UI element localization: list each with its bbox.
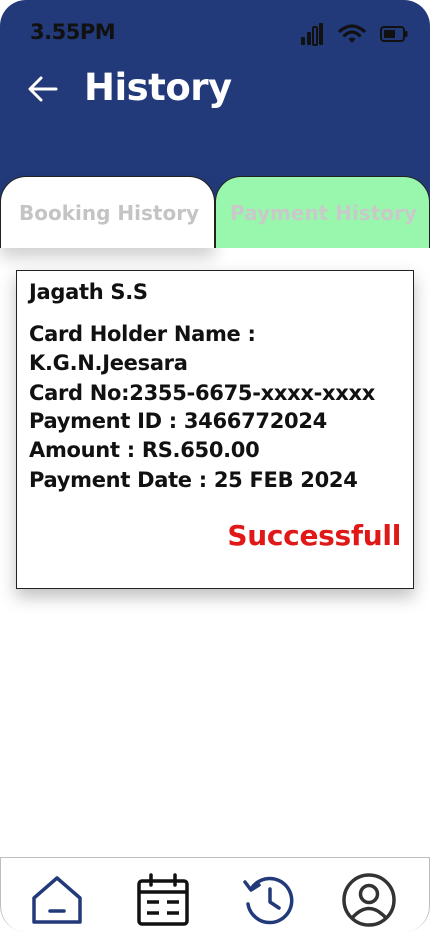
nav-history-button[interactable]: [241, 872, 297, 928]
payment-card: Jagath S.S Card Holder Name : K.G.N.Jees…: [16, 270, 414, 589]
battery-icon: [380, 25, 408, 43]
payment-date: Payment Date : 25 FEB 2024: [29, 468, 358, 492]
wifi-icon: [338, 23, 366, 45]
phone-screen: 3.55PM History Booking History Payment H…: [0, 0, 430, 932]
home-icon: [32, 876, 82, 924]
payment-id: Payment ID : 3466772024: [29, 409, 327, 433]
history-icon: [243, 876, 294, 925]
calendar-icon: [137, 873, 189, 926]
nav-home-button[interactable]: [29, 872, 85, 928]
card-holder-value: K.G.N.Jeesara: [29, 351, 188, 375]
card-number: Card No:2355-6675-xxxx-xxxx: [29, 381, 375, 405]
page-title: History: [84, 66, 232, 109]
back-arrow-icon[interactable]: [26, 72, 60, 106]
status-icons: [300, 22, 408, 46]
payment-status-badge: Successfull: [227, 519, 401, 552]
nav-profile-button[interactable]: [341, 872, 397, 928]
payment-amount: Amount : RS.650.00: [29, 438, 260, 462]
profile-icon: [342, 873, 396, 927]
nav-calendar-button[interactable]: [135, 872, 191, 928]
bottom-navigation: [0, 857, 430, 932]
tab-payment-history[interactable]: Payment History: [215, 176, 430, 248]
status-time: 3.55PM: [30, 20, 116, 44]
signal-icon: [300, 22, 324, 46]
tab-booking-history[interactable]: Booking History: [0, 176, 215, 248]
card-holder-label: Card Holder Name :: [29, 322, 256, 346]
customer-name: Jagath S.S: [29, 280, 148, 304]
